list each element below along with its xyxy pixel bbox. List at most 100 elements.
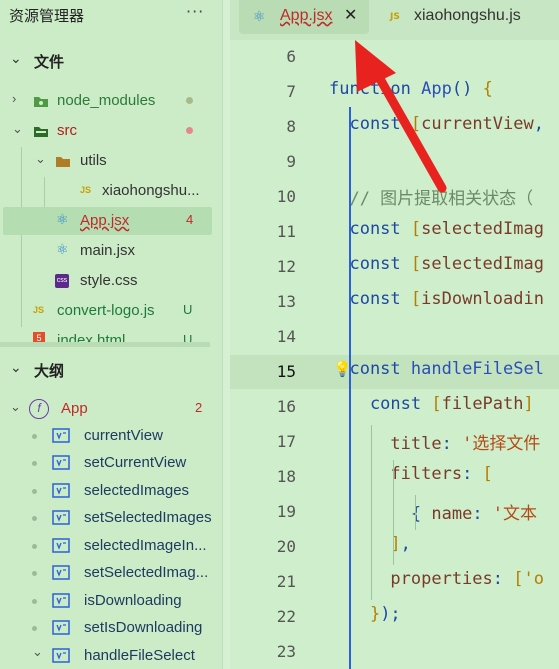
code-token: [ — [410, 219, 422, 239]
tree-item-style-css[interactable]: css style.css — [0, 267, 222, 295]
status-dot — [186, 97, 193, 104]
code-token: name — [431, 504, 473, 524]
files-section-header[interactable]: ⌄ 文件 — [0, 48, 222, 76]
variable-icon — [52, 455, 70, 470]
explorer-title: 资源管理器 — [9, 7, 85, 25]
code-line: ], — [329, 534, 411, 554]
outline-item[interactable]: selectedImages — [0, 478, 222, 505]
tree-item-utils[interactable]: ⌄ utils — [0, 147, 222, 175]
code-token: : — [462, 464, 483, 484]
tree-item-main-jsx[interactable]: ⚛ main.jsx — [0, 237, 222, 265]
outline-item-handle-file-select[interactable]: ⌄ handleFileSelect — [0, 643, 222, 669]
indent-guide — [371, 425, 372, 600]
line-number: 16 — [276, 397, 296, 416]
code-token: const — [329, 219, 411, 239]
tree-item-convert-logo[interactable]: JS convert-logo.js U — [0, 297, 222, 325]
code-token: () — [451, 79, 483, 99]
code-token: selectedImag — [421, 254, 544, 274]
code-editor: ⚛ App.jsx ✕ JS xiaohongshu.js 6 7 8 9 10 11 12… — [230, 0, 559, 669]
code-token: const — [329, 254, 411, 274]
tree-item-label: index.html — [57, 332, 126, 342]
code-token: ); — [380, 604, 401, 624]
code-token: : — [492, 569, 514, 589]
variable-icon — [52, 538, 70, 553]
outline-item-label: selectedImages — [84, 482, 190, 499]
variable-icon — [52, 483, 70, 498]
tree-item-label: utils — [80, 152, 107, 169]
js-file-icon: JS — [80, 185, 92, 195]
outline-item-label: handleFileSelect — [84, 647, 195, 664]
variable-icon — [52, 620, 70, 635]
line-number: 18 — [276, 467, 296, 486]
outline-item[interactable]: setSelectedImag... — [0, 560, 222, 587]
git-status-badge: U — [183, 332, 193, 342]
code-token: { — [482, 79, 493, 99]
js-file-icon: JS — [33, 305, 45, 315]
git-status-badge: U — [183, 302, 193, 317]
code-token: // 图片提取相关状态（ — [329, 189, 534, 209]
more-actions-icon[interactable]: ··· — [186, 2, 204, 21]
outline-item-label: setSelectedImag... — [84, 564, 209, 581]
code-area[interactable]: 6 7 8 9 10 11 12 13 14 15 16 17 18 19 20 21 22 23 functio… — [230, 40, 559, 669]
react-file-icon: ⚛ — [56, 241, 69, 257]
outline-item[interactable]: isDownloading — [0, 588, 222, 615]
chevron-down-icon: ⌄ — [12, 121, 23, 136]
line-number: 11 — [276, 222, 296, 241]
tab-app-jsx[interactable]: ⚛ App.jsx ✕ — [239, 0, 369, 34]
code-line: // 图片提取相关状态（ — [329, 184, 533, 209]
variable-icon — [52, 648, 70, 663]
code-line: properties: ['o — [329, 569, 544, 589]
explorer-header: 资源管理器 ··· — [0, 0, 222, 30]
code-token: App — [421, 79, 452, 99]
line-number: 6 — [286, 47, 296, 66]
problem-count-badge: 4 — [186, 212, 194, 227]
sidebar-resize-handle[interactable] — [222, 0, 230, 669]
outline-item-label: setCurrentView — [84, 454, 187, 471]
code-line: const [filePath] — [329, 394, 534, 414]
code-token: filePath — [441, 394, 524, 414]
code-token: const — [329, 394, 432, 414]
line-number: 23 — [276, 642, 296, 661]
tree-item-src[interactable]: ⌄ src — [0, 117, 222, 145]
code-token: } — [329, 604, 381, 624]
code-token: ] — [329, 534, 401, 554]
code-token: [ — [410, 254, 422, 274]
outline-item[interactable]: setCurrentView — [0, 450, 222, 477]
tree-item-label: src — [57, 122, 77, 139]
line-number: 13 — [276, 292, 296, 311]
line-number: 7 — [286, 82, 296, 101]
code-token: selectedImag — [421, 219, 544, 239]
code-line: const [selectedImag — [329, 219, 544, 239]
code-token: currentView — [421, 114, 534, 134]
tree-item-node-modules[interactable]: › node_modules — [0, 87, 222, 115]
line-number: 22 — [276, 607, 296, 626]
code-token: title — [329, 434, 442, 454]
code-token: '文本 — [492, 504, 538, 524]
outline-section-header[interactable]: ⌄ 大纲 — [0, 357, 222, 385]
outline-item[interactable]: selectedImageIn... — [0, 533, 222, 560]
tree-item-xiaohongshu[interactable]: JS xiaohongshu... — [0, 177, 222, 205]
code-token: '选择文件 — [462, 434, 541, 454]
outline-item-app[interactable]: ⌄ f App 2 — [0, 395, 222, 423]
chevron-down-icon: ⌄ — [10, 51, 22, 67]
code-token: { — [329, 504, 432, 524]
lightbulb-icon[interactable]: 💡 — [333, 360, 352, 378]
code-line: }); — [329, 604, 401, 624]
explorer-sidebar: 资源管理器 ··· ⌄ 文件 › node_modules ⌄ src ⌄ ut… — [0, 0, 222, 669]
close-icon[interactable]: ✕ — [344, 5, 357, 24]
chevron-down-icon: ⌄ — [10, 360, 22, 376]
indent-guide — [393, 460, 394, 565]
css-file-icon: css — [55, 274, 69, 288]
line-number: 21 — [276, 572, 296, 591]
outline-item[interactable]: setIsDownloading — [0, 615, 222, 642]
line-number: 20 — [276, 537, 296, 556]
tree-item-app-jsx[interactable]: ⚛ App.jsx 4 — [3, 207, 212, 235]
tree-item-index-html[interactable]: 5 index.html U — [0, 327, 222, 342]
code-line: const [isDownloadin — [329, 289, 544, 309]
outline-item-label: setSelectedImages — [84, 509, 212, 526]
outline-item[interactable]: setSelectedImages — [0, 505, 222, 532]
line-number: 10 — [276, 187, 296, 206]
tab-xiaohongshu-js[interactable]: JS xiaohongshu.js — [380, 0, 559, 34]
outline-item[interactable]: currentView — [0, 423, 222, 450]
horizontal-scrollbar[interactable] — [0, 342, 210, 347]
